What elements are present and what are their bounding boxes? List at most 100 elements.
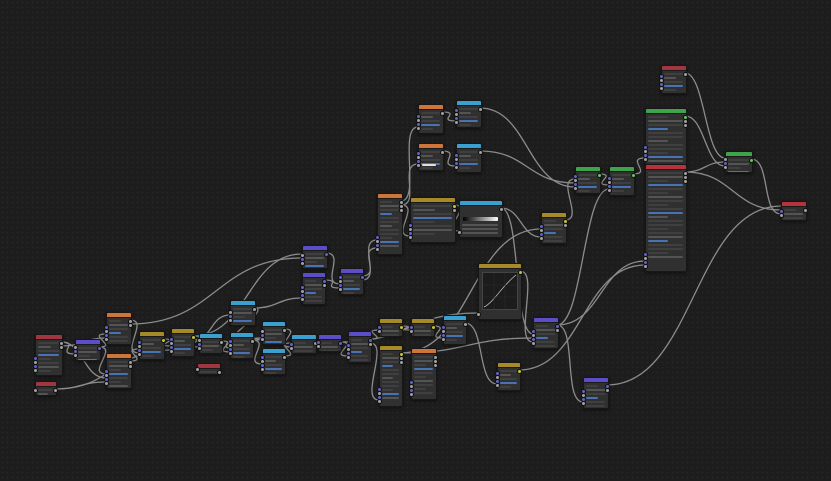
node-socket-row[interactable]	[421, 120, 440, 122]
node-socket-row[interactable]	[38, 366, 59, 368]
node-socket-row[interactable]	[265, 341, 282, 343]
node-socket-row[interactable]	[233, 356, 244, 358]
node-socket-row[interactable]	[343, 284, 360, 286]
node-socket-row[interactable]	[728, 163, 749, 165]
output-socket[interactable]	[399, 360, 404, 365]
node-socket-row[interactable]	[536, 345, 555, 347]
node-socket-row[interactable]	[462, 228, 498, 230]
node-socket-row[interactable]	[612, 190, 624, 192]
node-socket-row[interactable]	[414, 372, 433, 374]
input-socket[interactable]	[346, 343, 351, 348]
node-socket-row[interactable]	[265, 360, 276, 362]
node-header[interactable]	[479, 264, 521, 269]
input-socket[interactable]	[539, 224, 544, 229]
input-socket[interactable]	[779, 209, 784, 214]
output-socket[interactable]	[563, 223, 568, 228]
node-socket-row[interactable]	[648, 148, 683, 150]
input-socket[interactable]	[169, 337, 174, 342]
node-socket-row[interactable]	[648, 212, 683, 214]
node-socket-row[interactable]	[380, 233, 399, 235]
node-socket-row[interactable]	[265, 364, 282, 366]
color-swatch[interactable]	[422, 164, 436, 166]
node-shader[interactable]	[609, 166, 635, 196]
node-socket-row[interactable]	[413, 205, 452, 207]
node-socket-row[interactable]	[578, 178, 590, 180]
node-socket-row[interactable]	[648, 128, 668, 130]
node-header[interactable]	[36, 335, 62, 340]
output-socket[interactable]	[749, 158, 754, 163]
node-header[interactable]	[36, 382, 56, 387]
node-socket-row[interactable]	[612, 174, 631, 176]
node-socket-row[interactable]	[414, 392, 433, 394]
node-socket-row[interactable]	[38, 362, 59, 364]
input-socket[interactable]	[607, 176, 612, 181]
node-socket-row[interactable]	[784, 209, 796, 211]
node-header[interactable]	[263, 322, 285, 327]
node-header[interactable]	[412, 319, 434, 324]
node-socket-row[interactable]	[380, 217, 399, 219]
node-socket-row[interactable]	[446, 327, 457, 329]
node-header[interactable]	[584, 378, 608, 383]
node-socket-row[interactable]	[544, 236, 563, 238]
node-socket-row[interactable]	[648, 220, 683, 222]
node-socket-row[interactable]	[78, 359, 97, 360]
node-socket-row[interactable]	[459, 120, 478, 122]
node-header[interactable]	[380, 346, 402, 351]
node-header[interactable]	[498, 363, 520, 368]
output-socket[interactable]	[431, 325, 436, 330]
node-socket-row[interactable]	[459, 112, 471, 114]
node-header[interactable]	[444, 316, 466, 321]
node-socket-row[interactable]	[544, 240, 563, 242]
node-socket-row[interactable]	[648, 256, 683, 258]
node-socket-row[interactable]	[351, 347, 368, 349]
node-socket-row[interactable]	[648, 116, 668, 118]
input-socket[interactable]	[228, 310, 233, 315]
node-socket-row[interactable]	[612, 182, 631, 184]
input-socket[interactable]	[104, 369, 109, 374]
node-socket-row[interactable]	[413, 229, 452, 231]
node-texture[interactable]	[106, 312, 132, 345]
node-texture[interactable]	[106, 353, 132, 389]
input-socket[interactable]	[33, 356, 38, 361]
node-socket-row[interactable]	[648, 200, 683, 202]
node-socket-row[interactable]	[109, 365, 128, 367]
node-socket-row[interactable]	[648, 248, 683, 250]
output-socket[interactable]	[322, 283, 327, 288]
node-socket-row[interactable]	[233, 344, 244, 346]
node-socket-row[interactable]	[414, 334, 431, 336]
input-socket[interactable]	[260, 355, 265, 360]
output-socket[interactable]	[440, 150, 445, 155]
node-socket-row[interactable]	[142, 343, 154, 345]
node-socket-row[interactable]	[202, 341, 219, 343]
node-header[interactable]	[263, 349, 285, 354]
node-socket-row[interactable]	[648, 228, 668, 230]
node-header[interactable]	[419, 105, 443, 110]
node-socket-row[interactable]	[536, 325, 548, 327]
node-socket-row[interactable]	[380, 205, 399, 207]
output-socket[interactable]	[59, 345, 64, 350]
node-header[interactable]	[231, 333, 253, 338]
output-socket[interactable]	[478, 107, 483, 112]
node-socket-row[interactable]	[500, 382, 517, 384]
node-socket-row[interactable]	[414, 376, 426, 378]
node-socket-row[interactable]	[380, 237, 392, 239]
node-socket-row[interactable]	[233, 340, 250, 342]
node-socket-row[interactable]	[351, 359, 368, 361]
node-converter[interactable]	[230, 300, 256, 326]
node-socket-row[interactable]	[500, 378, 517, 380]
node-socket-row[interactable]	[648, 176, 683, 178]
node-socket-row[interactable]	[233, 316, 245, 318]
node-socket-row[interactable]	[728, 171, 749, 172]
node-socket-row[interactable]	[142, 339, 161, 341]
node-vector[interactable]	[302, 245, 328, 269]
node-header[interactable]	[457, 101, 481, 106]
node-socket-row[interactable]	[38, 370, 51, 372]
output-socket[interactable]	[683, 179, 688, 184]
input-socket[interactable]	[377, 325, 382, 330]
input-socket[interactable]	[723, 157, 728, 162]
output-socket[interactable]	[97, 346, 102, 351]
output-socket[interactable]	[217, 370, 222, 375]
node-socket-row[interactable]	[380, 209, 399, 211]
input-socket[interactable]	[289, 342, 294, 347]
node-socket-row[interactable]	[414, 326, 425, 328]
